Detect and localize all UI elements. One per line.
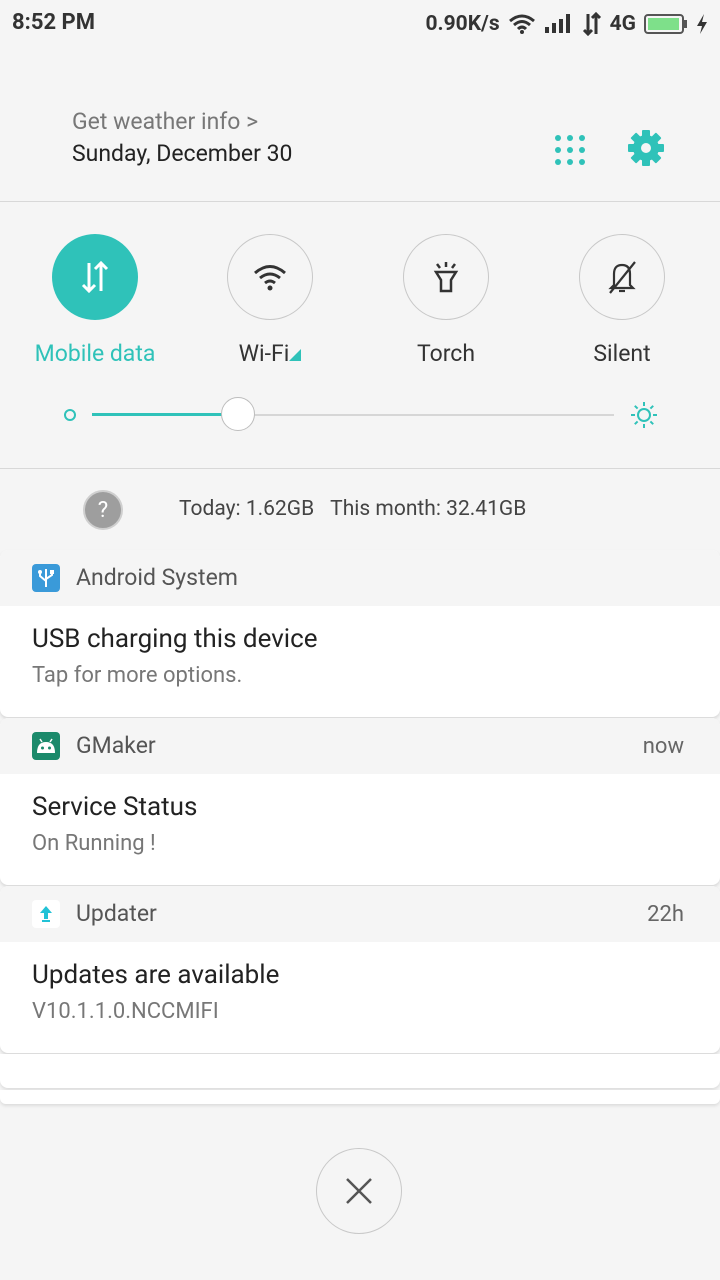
app-name: Android System: [76, 564, 238, 591]
notification-title: USB charging this device: [32, 624, 318, 654]
gear-icon[interactable]: [626, 128, 666, 168]
notification-android-system[interactable]: Android System USB charging this device …: [0, 550, 720, 717]
expand-triangle-icon: [289, 349, 302, 361]
notification-body: Tap for more options.: [32, 663, 243, 688]
grid-icon[interactable]: [554, 134, 586, 166]
app-name: GMaker: [76, 732, 156, 759]
wifi-icon: [508, 13, 536, 35]
signal-icon: [544, 13, 574, 35]
notification-header: Updater 22h: [0, 886, 720, 942]
wifi-icon: [227, 234, 313, 320]
toggle-label: Silent: [593, 340, 651, 367]
stacked-notification[interactable]: [0, 1054, 720, 1088]
brightness-thumb[interactable]: [221, 397, 256, 431]
data-usage[interactable]: Today: 1.62GB This month: 32.41GB: [179, 497, 542, 521]
close-icon: [346, 1178, 372, 1204]
notification-updater[interactable]: Updater 22h Updates are available V10.1.…: [0, 886, 720, 1053]
usage-month: This month: 32.41GB: [330, 497, 527, 521]
update-arrow-icon: [32, 900, 60, 928]
notification-title: Updates are available: [32, 960, 280, 990]
status-time: 8:52 PM: [12, 10, 95, 35]
notification-body: On Running !: [32, 831, 156, 856]
section-divider: [0, 468, 720, 469]
toggle-silent[interactable]: Silent: [552, 234, 692, 374]
toggle-torch[interactable]: Torch: [376, 234, 516, 374]
toggle-label: Mobile data: [34, 340, 156, 367]
toggle-label: Torch: [416, 340, 476, 367]
notification-body: V10.1.1.0.NCCMIFI: [32, 999, 219, 1024]
network-type: 4G: [609, 12, 636, 36]
app-name: Updater: [76, 900, 157, 927]
mobile-data-icon: [52, 234, 138, 320]
android-icon: [32, 732, 60, 760]
notification-gmaker[interactable]: GMaker now Service Status On Running !: [0, 718, 720, 885]
notification-header: GMaker now: [0, 718, 720, 774]
toggle-mobile-data[interactable]: Mobile data: [25, 234, 165, 374]
torch-icon: [403, 234, 489, 320]
close-button[interactable]: [316, 1148, 402, 1234]
toggle-label: Wi-Fi: [200, 340, 340, 367]
brightness-fill: [92, 413, 239, 416]
silent-icon: [579, 234, 665, 320]
charging-icon: [696, 13, 708, 35]
network-speed: 0.90K/s: [425, 12, 500, 36]
notification-header: Android System: [0, 550, 720, 606]
weather-link[interactable]: Get weather info >: [72, 108, 258, 135]
notification-title: Service Status: [32, 792, 198, 822]
header-divider: [0, 201, 720, 202]
brightness-low-icon: [64, 409, 76, 421]
date-text: Sunday, December 30: [72, 140, 293, 167]
toggle-wifi[interactable]: Wi-Fi: [200, 234, 340, 374]
data-transfer-icon: [582, 12, 602, 36]
stacked-notification[interactable]: [0, 1090, 720, 1104]
help-icon[interactable]: ?: [83, 490, 123, 530]
brightness-high-icon: [630, 401, 658, 429]
usage-today: Today: 1.62GB: [179, 497, 315, 521]
usb-icon: [32, 564, 60, 592]
notification-time: now: [642, 734, 684, 759]
battery-icon: [644, 13, 688, 35]
status-icons: 0.90K/s 4G: [425, 8, 708, 40]
notification-time: 22h: [647, 902, 684, 927]
